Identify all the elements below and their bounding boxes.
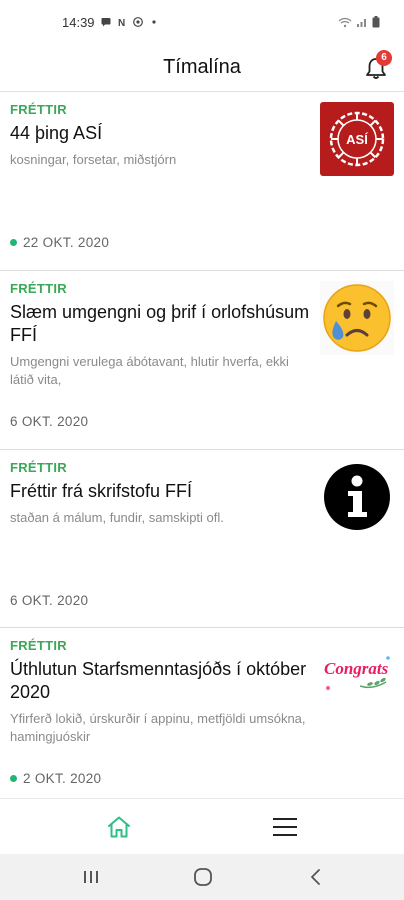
n-app-icon: N <box>118 18 125 27</box>
unread-dot-icon <box>10 239 17 246</box>
card-date-row: 6 OKT. 2020 <box>10 414 88 429</box>
back-button[interactable] <box>303 864 329 890</box>
notifications-button[interactable]: 6 <box>362 50 392 82</box>
card-title: Fréttir frá skrifstofu FFÍ <box>10 481 193 501</box>
system-navigation-bar <box>0 854 404 900</box>
card-date: 22 OKT. 2020 <box>23 235 110 250</box>
timeline-feed: FRÉTTIR 44 þing ASÍ kosningar, forsetar,… <box>0 92 404 798</box>
card-tags: Umgengni verulega ábótavant, hlutir hver… <box>10 354 289 387</box>
news-card[interactable]: FRÉTTIR 44 þing ASÍ kosningar, forsetar,… <box>0 92 404 271</box>
hamburger-menu-icon <box>273 818 297 836</box>
card-title: Slæm umgengni og þrif í orlofshúsum FFÍ <box>10 302 310 345</box>
card-date: 6 OKT. 2020 <box>10 414 89 429</box>
status-time: 14:39 <box>62 14 95 30</box>
status-bar: 14:39 N <box>0 0 404 44</box>
card-title: Úthlutun Starfsmenntasjóðs í október 202… <box>10 659 307 702</box>
card-date-row: 6 OKT. 2020 <box>10 593 88 608</box>
page-title: Tímalína <box>163 56 241 78</box>
home-icon <box>108 816 130 838</box>
card-date: 2 OKT. 2020 <box>23 771 102 786</box>
info-icon <box>324 464 390 530</box>
news-card[interactable]: FRÉTTIR Slæm umgengni og þrif í orlofshú… <box>0 271 404 450</box>
news-card[interactable]: FRÉTTIR Fréttir frá skrifstofu FFÍ staða… <box>0 450 404 628</box>
message-icon <box>101 18 111 27</box>
card-tags: staðan á málum, fundir, samskipti ofl. <box>10 510 224 525</box>
more-notifications-dot-icon <box>151 20 156 24</box>
svg-text:N: N <box>118 18 125 27</box>
status-right <box>338 16 380 28</box>
bottom-navigation <box>0 798 404 854</box>
menu-button[interactable] <box>265 807 305 847</box>
status-left: 14:39 N <box>62 15 159 30</box>
card-date-row: 2 OKT. 2020 <box>10 771 101 786</box>
home-button[interactable] <box>99 807 139 847</box>
card-tags: Yfirferð lokið, úrskurðir í appinu, metf… <box>10 711 306 744</box>
card-date: 6 OKT. 2020 <box>10 593 89 608</box>
card-date-row: 22 OKT. 2020 <box>10 235 109 250</box>
asi-logo-icon: ASÍ <box>320 102 394 176</box>
svg-text:ASÍ: ASÍ <box>346 132 368 147</box>
unread-dot-icon <box>10 775 17 782</box>
ball-icon <box>132 17 143 27</box>
recent-apps-button[interactable] <box>78 864 104 890</box>
card-tags: kosningar, forsetar, miðstjórn <box>10 152 177 167</box>
signal-icon <box>357 18 366 27</box>
card-title: 44 þing ASÍ <box>10 123 103 143</box>
sad-tear-emoji-icon <box>320 281 394 355</box>
recent-apps-icon <box>84 871 98 883</box>
notification-badge: 6 <box>376 50 392 66</box>
home-circle-icon <box>194 868 212 886</box>
back-chevron-icon <box>311 869 320 885</box>
news-card[interactable]: FRÉTTIR Úthlutun Starfsmenntasjóðs í okt… <box>0 628 404 798</box>
home-system-button[interactable] <box>190 864 216 890</box>
wifi-icon <box>338 17 352 27</box>
congrats-lettering-icon: Congrats <box>320 638 394 712</box>
battery-icon <box>372 16 380 28</box>
svg-text:Congrats: Congrats <box>324 659 389 678</box>
app-header: Tímalína 6 <box>0 44 404 92</box>
